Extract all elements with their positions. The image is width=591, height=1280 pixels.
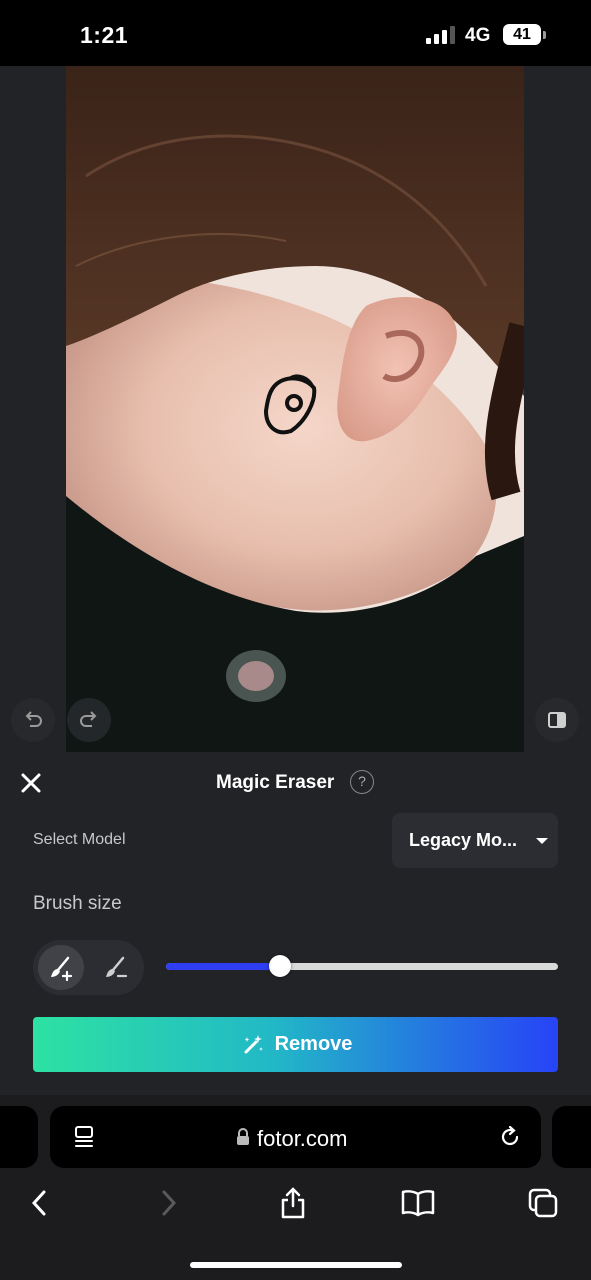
redo-button[interactable] xyxy=(67,698,111,742)
undo-button[interactable] xyxy=(11,698,55,742)
battery-tip xyxy=(543,31,546,39)
redo-icon xyxy=(80,711,97,727)
help-icon[interactable]: ? xyxy=(350,770,374,794)
panel-title: Magic Eraser xyxy=(216,772,335,793)
book-icon xyxy=(401,1190,435,1217)
lock-icon xyxy=(237,1128,249,1145)
next-tab[interactable] xyxy=(552,1106,591,1168)
browser-toolbar: fotor.com xyxy=(0,1095,591,1280)
compare-button[interactable] xyxy=(535,698,579,742)
magic-wand-icon xyxy=(244,1034,263,1053)
brush-size-slider[interactable] xyxy=(166,955,558,977)
slider-fill xyxy=(166,963,280,970)
brush-add-icon xyxy=(51,956,73,981)
url-text: fotor.com xyxy=(257,1126,348,1151)
bookmarks-button[interactable] xyxy=(398,1183,438,1223)
reader-menu-icon[interactable] xyxy=(72,1124,98,1150)
tabs-button[interactable] xyxy=(523,1183,563,1223)
brush-add-button[interactable] xyxy=(38,945,84,990)
forward-button[interactable] xyxy=(148,1183,188,1223)
battery-level: 41 xyxy=(513,26,531,43)
photo-image xyxy=(66,66,524,752)
battery-icon: 41 xyxy=(503,24,541,45)
model-select-value: Legacy Mo... xyxy=(409,830,518,850)
remove-button[interactable]: Remove xyxy=(33,1017,558,1072)
brush-size-label: Brush size xyxy=(33,893,122,914)
select-model-label: Select Model xyxy=(33,831,126,848)
chevron-left-icon xyxy=(31,1190,46,1216)
status-time: 1:21 xyxy=(80,22,129,48)
previous-tab[interactable] xyxy=(0,1106,38,1168)
compare-icon xyxy=(548,712,566,728)
share-button[interactable] xyxy=(273,1183,313,1223)
tabs-icon xyxy=(528,1188,558,1218)
home-indicator[interactable] xyxy=(190,1262,402,1268)
undo-icon xyxy=(25,711,42,727)
close-icon xyxy=(21,773,41,793)
back-button[interactable] xyxy=(20,1183,60,1223)
magic-eraser-panel: Magic Eraser ? Select Model Legacy Mo...… xyxy=(0,752,591,1095)
status-bar: 1:21 4G 41 xyxy=(0,0,591,66)
address-bar[interactable]: fotor.com xyxy=(50,1106,541,1168)
chevron-right-icon xyxy=(162,1190,177,1216)
brush-erase-button[interactable] xyxy=(93,945,139,990)
slider-thumb[interactable] xyxy=(269,955,291,977)
editor-canvas xyxy=(0,66,591,752)
remove-button-label: Remove xyxy=(274,1033,353,1055)
photo[interactable] xyxy=(66,66,524,752)
network-label: 4G xyxy=(465,25,491,46)
share-icon xyxy=(281,1187,305,1219)
model-select[interactable]: Legacy Mo... xyxy=(392,813,558,868)
signal-icon xyxy=(426,26,458,44)
brush-subtract-icon xyxy=(106,956,128,977)
brush-mode-toggle xyxy=(33,940,144,995)
chevron-down-icon xyxy=(536,838,548,844)
reload-icon[interactable] xyxy=(497,1124,523,1150)
close-button[interactable] xyxy=(18,770,44,796)
